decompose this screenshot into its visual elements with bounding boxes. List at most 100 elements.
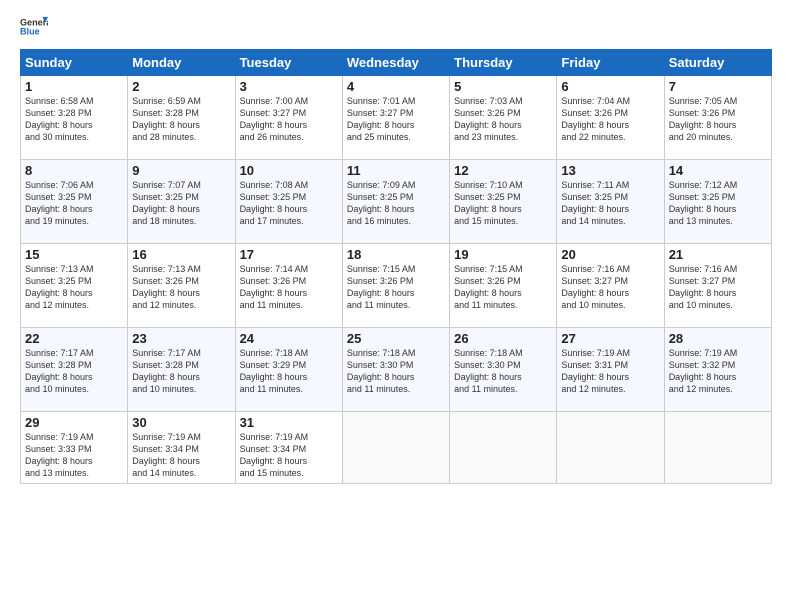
- calendar-cell: 16Sunrise: 7:13 AMSunset: 3:26 PMDayligh…: [128, 244, 235, 328]
- cell-info: Sunrise: 7:18 AMSunset: 3:30 PMDaylight:…: [347, 347, 445, 396]
- calendar-row: 15Sunrise: 7:13 AMSunset: 3:25 PMDayligh…: [21, 244, 772, 328]
- weekday-header-sunday: Sunday: [21, 50, 128, 76]
- calendar-cell: 9Sunrise: 7:07 AMSunset: 3:25 PMDaylight…: [128, 160, 235, 244]
- calendar-cell: 7Sunrise: 7:05 AMSunset: 3:26 PMDaylight…: [664, 76, 771, 160]
- svg-text:Blue: Blue: [20, 26, 40, 36]
- calendar-cell: 5Sunrise: 7:03 AMSunset: 3:26 PMDaylight…: [450, 76, 557, 160]
- cell-info: Sunrise: 7:19 AMSunset: 3:33 PMDaylight:…: [25, 431, 123, 480]
- cell-info: Sunrise: 7:17 AMSunset: 3:28 PMDaylight:…: [25, 347, 123, 396]
- day-number: 23: [132, 331, 230, 346]
- calendar-row: 1Sunrise: 6:58 AMSunset: 3:28 PMDaylight…: [21, 76, 772, 160]
- weekday-header-thursday: Thursday: [450, 50, 557, 76]
- day-number: 17: [240, 247, 338, 262]
- weekday-header-tuesday: Tuesday: [235, 50, 342, 76]
- day-number: 30: [132, 415, 230, 430]
- day-number: 18: [347, 247, 445, 262]
- calendar-cell: 17Sunrise: 7:14 AMSunset: 3:26 PMDayligh…: [235, 244, 342, 328]
- day-number: 19: [454, 247, 552, 262]
- calendar-cell: [557, 412, 664, 484]
- calendar-cell: 27Sunrise: 7:19 AMSunset: 3:31 PMDayligh…: [557, 328, 664, 412]
- cell-info: Sunrise: 7:00 AMSunset: 3:27 PMDaylight:…: [240, 95, 338, 144]
- day-number: 13: [561, 163, 659, 178]
- cell-info: Sunrise: 7:19 AMSunset: 3:31 PMDaylight:…: [561, 347, 659, 396]
- cell-info: Sunrise: 7:10 AMSunset: 3:25 PMDaylight:…: [454, 179, 552, 228]
- logo: General Blue: [20, 15, 48, 37]
- calendar-cell: 6Sunrise: 7:04 AMSunset: 3:26 PMDaylight…: [557, 76, 664, 160]
- day-number: 24: [240, 331, 338, 346]
- cell-info: Sunrise: 6:59 AMSunset: 3:28 PMDaylight:…: [132, 95, 230, 144]
- day-number: 6: [561, 79, 659, 94]
- calendar-row: 22Sunrise: 7:17 AMSunset: 3:28 PMDayligh…: [21, 328, 772, 412]
- calendar-cell: 2Sunrise: 6:59 AMSunset: 3:28 PMDaylight…: [128, 76, 235, 160]
- day-number: 22: [25, 331, 123, 346]
- calendar-row: 8Sunrise: 7:06 AMSunset: 3:25 PMDaylight…: [21, 160, 772, 244]
- cell-info: Sunrise: 7:19 AMSunset: 3:34 PMDaylight:…: [240, 431, 338, 480]
- weekday-header-monday: Monday: [128, 50, 235, 76]
- cell-info: Sunrise: 7:19 AMSunset: 3:32 PMDaylight:…: [669, 347, 767, 396]
- calendar-cell: 24Sunrise: 7:18 AMSunset: 3:29 PMDayligh…: [235, 328, 342, 412]
- day-number: 20: [561, 247, 659, 262]
- cell-info: Sunrise: 7:07 AMSunset: 3:25 PMDaylight:…: [132, 179, 230, 228]
- calendar-table: SundayMondayTuesdayWednesdayThursdayFrid…: [20, 49, 772, 484]
- day-number: 25: [347, 331, 445, 346]
- cell-info: Sunrise: 7:15 AMSunset: 3:26 PMDaylight:…: [454, 263, 552, 312]
- cell-info: Sunrise: 7:16 AMSunset: 3:27 PMDaylight:…: [561, 263, 659, 312]
- calendar-body: 1Sunrise: 6:58 AMSunset: 3:28 PMDaylight…: [21, 76, 772, 484]
- cell-info: Sunrise: 7:12 AMSunset: 3:25 PMDaylight:…: [669, 179, 767, 228]
- day-number: 9: [132, 163, 230, 178]
- day-number: 5: [454, 79, 552, 94]
- day-number: 28: [669, 331, 767, 346]
- cell-info: Sunrise: 7:08 AMSunset: 3:25 PMDaylight:…: [240, 179, 338, 228]
- logo-icon: General Blue: [20, 15, 48, 37]
- cell-info: Sunrise: 7:18 AMSunset: 3:29 PMDaylight:…: [240, 347, 338, 396]
- day-number: 31: [240, 415, 338, 430]
- calendar-cell: 13Sunrise: 7:11 AMSunset: 3:25 PMDayligh…: [557, 160, 664, 244]
- day-number: 16: [132, 247, 230, 262]
- calendar-cell: 4Sunrise: 7:01 AMSunset: 3:27 PMDaylight…: [342, 76, 449, 160]
- cell-info: Sunrise: 7:09 AMSunset: 3:25 PMDaylight:…: [347, 179, 445, 228]
- calendar-cell: [664, 412, 771, 484]
- calendar-cell: [342, 412, 449, 484]
- cell-info: Sunrise: 7:05 AMSunset: 3:26 PMDaylight:…: [669, 95, 767, 144]
- weekday-header-friday: Friday: [557, 50, 664, 76]
- calendar-cell: 23Sunrise: 7:17 AMSunset: 3:28 PMDayligh…: [128, 328, 235, 412]
- cell-info: Sunrise: 7:17 AMSunset: 3:28 PMDaylight:…: [132, 347, 230, 396]
- calendar-row: 29Sunrise: 7:19 AMSunset: 3:33 PMDayligh…: [21, 412, 772, 484]
- calendar-cell: [450, 412, 557, 484]
- page: General Blue SundayMondayTuesdayWednesda…: [0, 0, 792, 612]
- calendar-cell: 25Sunrise: 7:18 AMSunset: 3:30 PMDayligh…: [342, 328, 449, 412]
- day-number: 26: [454, 331, 552, 346]
- calendar-cell: 14Sunrise: 7:12 AMSunset: 3:25 PMDayligh…: [664, 160, 771, 244]
- calendar-cell: 12Sunrise: 7:10 AMSunset: 3:25 PMDayligh…: [450, 160, 557, 244]
- cell-info: Sunrise: 7:04 AMSunset: 3:26 PMDaylight:…: [561, 95, 659, 144]
- calendar-cell: 15Sunrise: 7:13 AMSunset: 3:25 PMDayligh…: [21, 244, 128, 328]
- cell-info: Sunrise: 7:13 AMSunset: 3:26 PMDaylight:…: [132, 263, 230, 312]
- calendar-cell: 19Sunrise: 7:15 AMSunset: 3:26 PMDayligh…: [450, 244, 557, 328]
- calendar-header-row: SundayMondayTuesdayWednesdayThursdayFrid…: [21, 50, 772, 76]
- day-number: 8: [25, 163, 123, 178]
- day-number: 2: [132, 79, 230, 94]
- day-number: 12: [454, 163, 552, 178]
- day-number: 27: [561, 331, 659, 346]
- day-number: 21: [669, 247, 767, 262]
- calendar-cell: 21Sunrise: 7:16 AMSunset: 3:27 PMDayligh…: [664, 244, 771, 328]
- cell-info: Sunrise: 7:14 AMSunset: 3:26 PMDaylight:…: [240, 263, 338, 312]
- calendar-cell: 22Sunrise: 7:17 AMSunset: 3:28 PMDayligh…: [21, 328, 128, 412]
- calendar-cell: 10Sunrise: 7:08 AMSunset: 3:25 PMDayligh…: [235, 160, 342, 244]
- calendar-cell: 20Sunrise: 7:16 AMSunset: 3:27 PMDayligh…: [557, 244, 664, 328]
- cell-info: Sunrise: 7:01 AMSunset: 3:27 PMDaylight:…: [347, 95, 445, 144]
- day-number: 15: [25, 247, 123, 262]
- cell-info: Sunrise: 6:58 AMSunset: 3:28 PMDaylight:…: [25, 95, 123, 144]
- cell-info: Sunrise: 7:15 AMSunset: 3:26 PMDaylight:…: [347, 263, 445, 312]
- weekday-header-saturday: Saturday: [664, 50, 771, 76]
- day-number: 11: [347, 163, 445, 178]
- cell-info: Sunrise: 7:03 AMSunset: 3:26 PMDaylight:…: [454, 95, 552, 144]
- calendar-cell: 3Sunrise: 7:00 AMSunset: 3:27 PMDaylight…: [235, 76, 342, 160]
- cell-info: Sunrise: 7:06 AMSunset: 3:25 PMDaylight:…: [25, 179, 123, 228]
- cell-info: Sunrise: 7:16 AMSunset: 3:27 PMDaylight:…: [669, 263, 767, 312]
- cell-info: Sunrise: 7:18 AMSunset: 3:30 PMDaylight:…: [454, 347, 552, 396]
- cell-info: Sunrise: 7:11 AMSunset: 3:25 PMDaylight:…: [561, 179, 659, 228]
- cell-info: Sunrise: 7:19 AMSunset: 3:34 PMDaylight:…: [132, 431, 230, 480]
- calendar-cell: 29Sunrise: 7:19 AMSunset: 3:33 PMDayligh…: [21, 412, 128, 484]
- day-number: 1: [25, 79, 123, 94]
